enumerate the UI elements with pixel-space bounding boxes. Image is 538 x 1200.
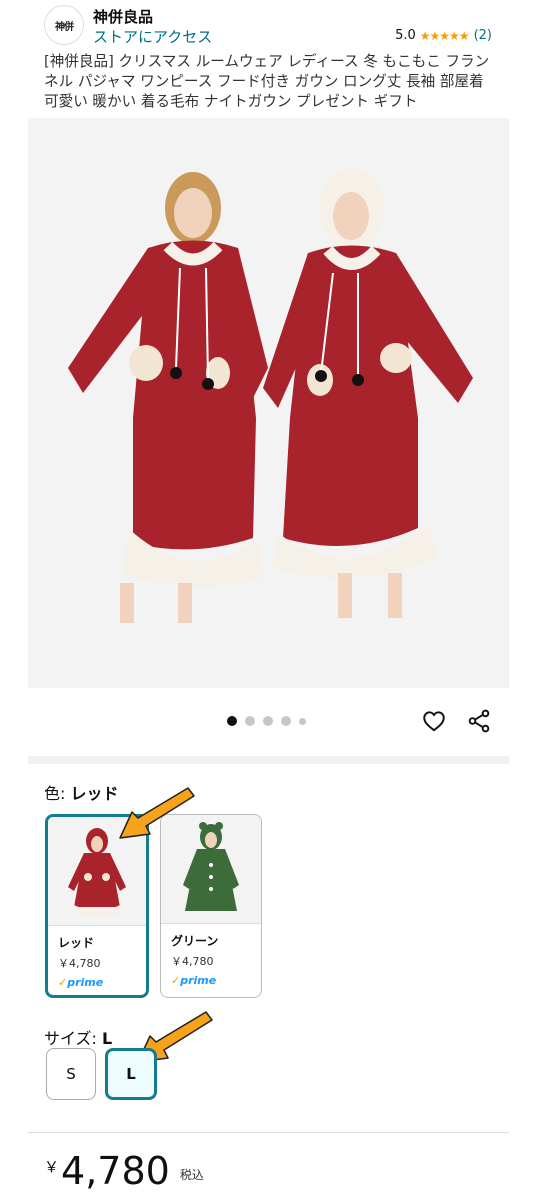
price-currency: ￥ [44, 1158, 60, 1176]
share-icon[interactable] [466, 708, 492, 734]
rating-count[interactable]: (2) [474, 28, 492, 43]
product-photo-illustration [28, 118, 509, 688]
arrow-annotation-icon [119, 787, 195, 839]
prime-label: prime [67, 976, 104, 989]
store-name: 神併良品 [93, 8, 154, 26]
heart-icon[interactable] [421, 708, 447, 734]
carousel-dot[interactable] [263, 716, 273, 726]
prime-badge: ✓prime [58, 976, 104, 989]
rating-stars-icon: ★★★★★ [419, 28, 470, 43]
section-divider [28, 1132, 509, 1133]
store-logo[interactable]: 神併 [44, 5, 84, 45]
product-title: [神併良品] クリスマス ルームウェア レディース 冬 もこもこ フランネル パ… [44, 53, 490, 110]
prime-label: prime [180, 974, 217, 987]
price-amount: 4,780 [61, 1149, 170, 1193]
product-image[interactable] [28, 118, 509, 688]
size-label: サイズ: L [44, 1025, 112, 1049]
rating-value: 5.0 [395, 28, 416, 43]
color-option-red-name: レッド [58, 936, 95, 950]
rating-summary[interactable]: 5.0 ★★★★★ (2) [395, 28, 492, 43]
color-option-green-name: グリーン [171, 934, 219, 948]
carousel-dot[interactable] [245, 716, 255, 726]
color-selected-value: レッド [70, 784, 119, 803]
price-tax-note: 税込 [179, 1168, 204, 1182]
size-option-l[interactable]: L [105, 1048, 157, 1100]
carousel-dot[interactable] [227, 716, 237, 726]
color-option-green-price: ￥4,780 [171, 955, 214, 968]
price-display: ￥ 4,780 税込 [44, 1148, 204, 1194]
size-selected-value: L [102, 1029, 113, 1048]
carousel-dot[interactable] [281, 716, 291, 726]
visit-store-link[interactable]: ストアにアクセス [93, 26, 212, 47]
image-carousel-dots[interactable] [227, 716, 306, 726]
color-label-prefix: 色: [44, 784, 71, 803]
carousel-dot[interactable] [299, 717, 306, 725]
section-divider [28, 756, 509, 764]
color-label: 色: レッド [44, 780, 119, 804]
size-label-prefix: サイズ: [44, 1029, 102, 1048]
size-option-s[interactable]: S [46, 1048, 96, 1100]
prime-badge: ✓prime [171, 974, 217, 987]
color-option-red-price: ￥4,780 [58, 957, 101, 970]
store-logo-text: 神併 [55, 21, 74, 33]
